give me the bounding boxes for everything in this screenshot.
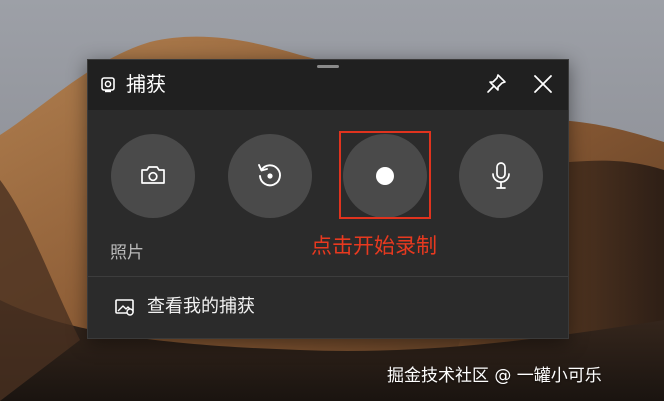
photo-label: 照片: [110, 243, 144, 263]
microphone-button[interactable]: [459, 134, 543, 218]
microphone-icon: [492, 162, 510, 189]
camera-icon: [141, 166, 165, 184]
pin-icon[interactable]: [483, 71, 509, 97]
watermark: 掘金技术社区 @ 一罐小可乐: [387, 366, 602, 386]
capture-widget: 捕获 照片 点击开始录制 查看我的捕获: [87, 59, 569, 339]
gallery-icon: [115, 299, 134, 316]
rewind-icon: [258, 164, 281, 187]
annotation-text: 点击开始录制: [311, 234, 437, 258]
close-icon[interactable]: [529, 70, 557, 98]
capture-icon: [101, 77, 115, 93]
record-last-30s-button[interactable]: [228, 134, 312, 218]
screenshot-button[interactable]: [111, 134, 195, 218]
highlight-annotation-box: [339, 131, 431, 219]
drag-handle[interactable]: [317, 65, 339, 68]
window-title: 捕获: [126, 72, 166, 96]
title-bar[interactable]: 捕获: [88, 60, 568, 110]
view-captures-label: 查看我的捕获: [147, 296, 255, 317]
view-captures-button[interactable]: 查看我的捕获: [88, 277, 568, 339]
